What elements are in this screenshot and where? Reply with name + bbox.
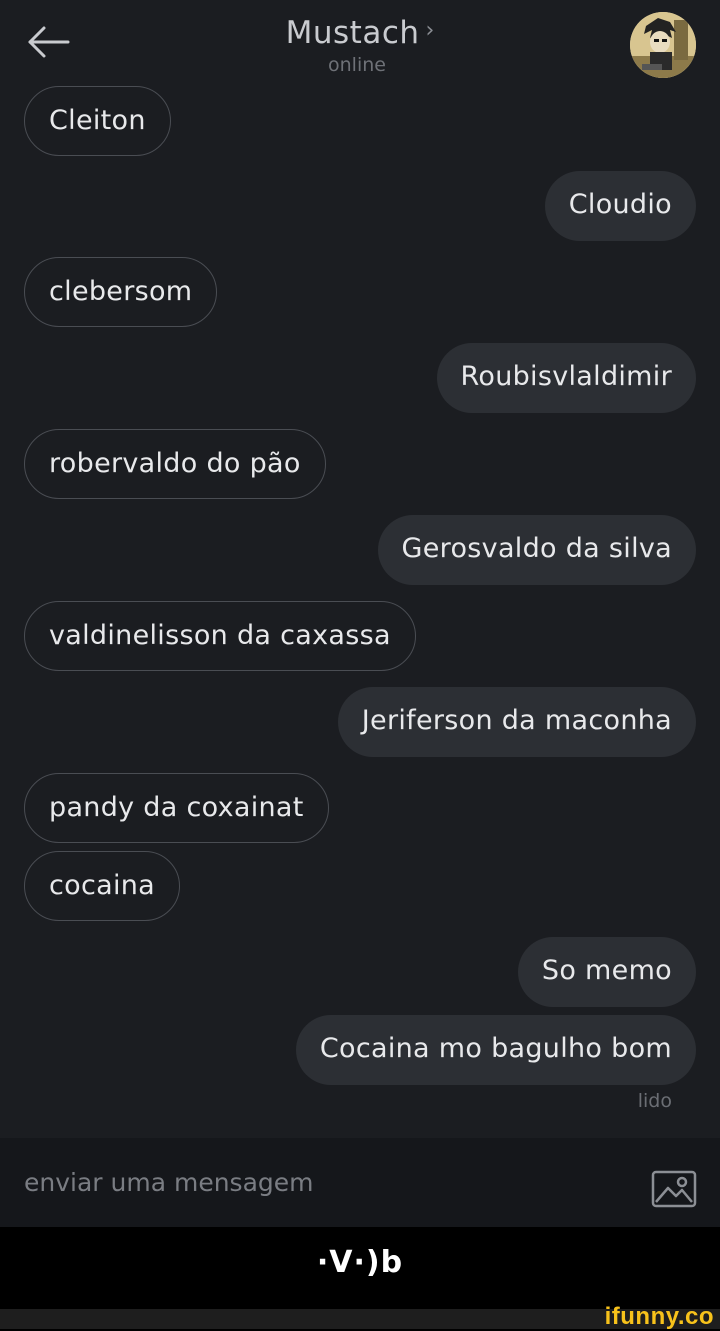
read-receipt: lido: [637, 1090, 672, 1112]
attach-image-button[interactable]: [650, 1168, 698, 1210]
footer-band: ifunny.co: [0, 1303, 720, 1330]
chevron-right-icon: ›: [425, 18, 435, 43]
chat-screen: Mustach › online Cleiton Cloudio cleberso…: [0, 0, 720, 1330]
meme-caption: ·V·)b: [316, 1245, 404, 1280]
conversation-title[interactable]: Mustach: [286, 12, 420, 54]
message-input[interactable]: [24, 1162, 584, 1202]
image-icon: [651, 1170, 697, 1208]
message-bubble-outgoing[interactable]: Gerosvaldo da silva: [377, 515, 696, 585]
message-composer: [0, 1138, 720, 1227]
message-bubble-incoming[interactable]: pandy da coxainat: [24, 773, 329, 843]
message-bubble-incoming[interactable]: cocaina: [24, 851, 181, 921]
meme-caption-band: ·V·)b: [0, 1227, 720, 1309]
message-bubble-outgoing[interactable]: Cocaina mo bagulho bom: [295, 1015, 696, 1085]
message-bubble-outgoing[interactable]: Cloudio: [544, 171, 696, 241]
conversation-title-wrap[interactable]: Mustach ›: [0, 12, 720, 54]
message-bubble-incoming[interactable]: valdinelisson da caxassa: [24, 601, 416, 671]
presence-status: online: [328, 54, 386, 76]
message-bubble-incoming[interactable]: Cleiton: [24, 86, 171, 156]
message-bubble-outgoing[interactable]: Jeriferson da maconha: [337, 687, 696, 757]
message-bubble-incoming[interactable]: clebersom: [24, 257, 218, 327]
contact-avatar[interactable]: [630, 12, 696, 78]
watermark-logo: ifunny.co: [604, 1303, 714, 1330]
message-bubble-outgoing[interactable]: Roubisvlaldimir: [436, 343, 696, 413]
message-bubble-incoming[interactable]: robervaldo do pão: [24, 429, 326, 499]
chat-header: Mustach › online: [0, 0, 720, 90]
avatar-illustration: [630, 12, 696, 78]
message-bubble-outgoing[interactable]: So memo: [517, 937, 696, 1007]
